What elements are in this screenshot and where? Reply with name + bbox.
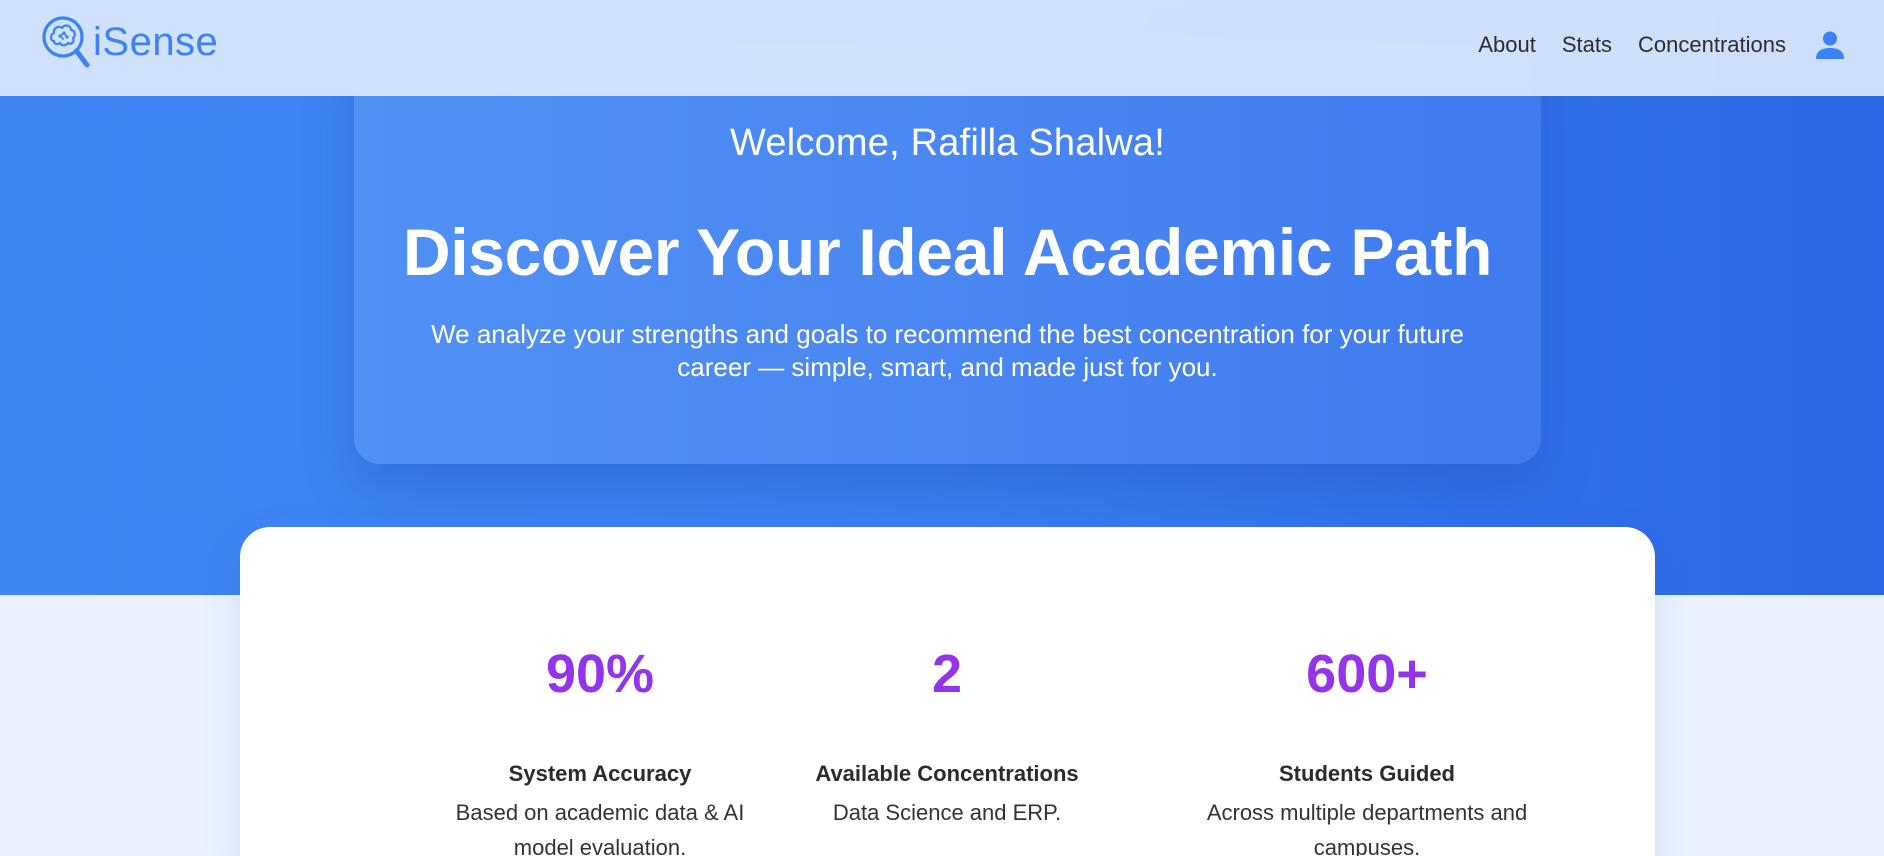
brain-magnifier-icon xyxy=(42,16,90,68)
nav-link-concentrations[interactable]: Concentrations xyxy=(1638,32,1786,58)
user-icon[interactable] xyxy=(1814,29,1846,61)
page: Welcome, Rafilla Shalwa! Discover Your I… xyxy=(0,0,1884,856)
stat-value: 2 xyxy=(931,644,963,704)
hero-subtext: We analyze your strengths and goals to r… xyxy=(431,319,1464,382)
hero-headline: Discover Your Ideal Academic Path xyxy=(402,215,1493,289)
welcome-message: Welcome, Rafilla Shalwa! xyxy=(730,122,1165,164)
stats-card: 90% System Accuracy Based on academic da… xyxy=(240,527,1655,856)
stat-value: 600+ xyxy=(1306,644,1428,704)
brand-name: iSense xyxy=(93,20,219,64)
stat-description: Across multiple departments and campuses… xyxy=(1206,800,1528,856)
stat-description: Based on academic data & AI model evalua… xyxy=(455,800,745,856)
stat-title: Students Guided xyxy=(1279,761,1455,786)
hero-card: Welcome, Rafilla Shalwa! Discover Your I… xyxy=(354,40,1541,464)
navbar: iSense About Stats Concentrations xyxy=(0,0,1884,96)
stat-description: Data Science and ERP. xyxy=(832,800,1062,825)
brand-logo[interactable]: iSense xyxy=(40,14,218,70)
stat-value: 90% xyxy=(545,644,655,704)
nav-link-about[interactable]: About xyxy=(1478,32,1536,58)
nav-links: About Stats Concentrations xyxy=(1478,0,1884,90)
stat-title: Available Concentrations xyxy=(815,761,1079,786)
stat-title: System Accuracy xyxy=(508,761,692,786)
nav-link-stats[interactable]: Stats xyxy=(1562,32,1612,58)
